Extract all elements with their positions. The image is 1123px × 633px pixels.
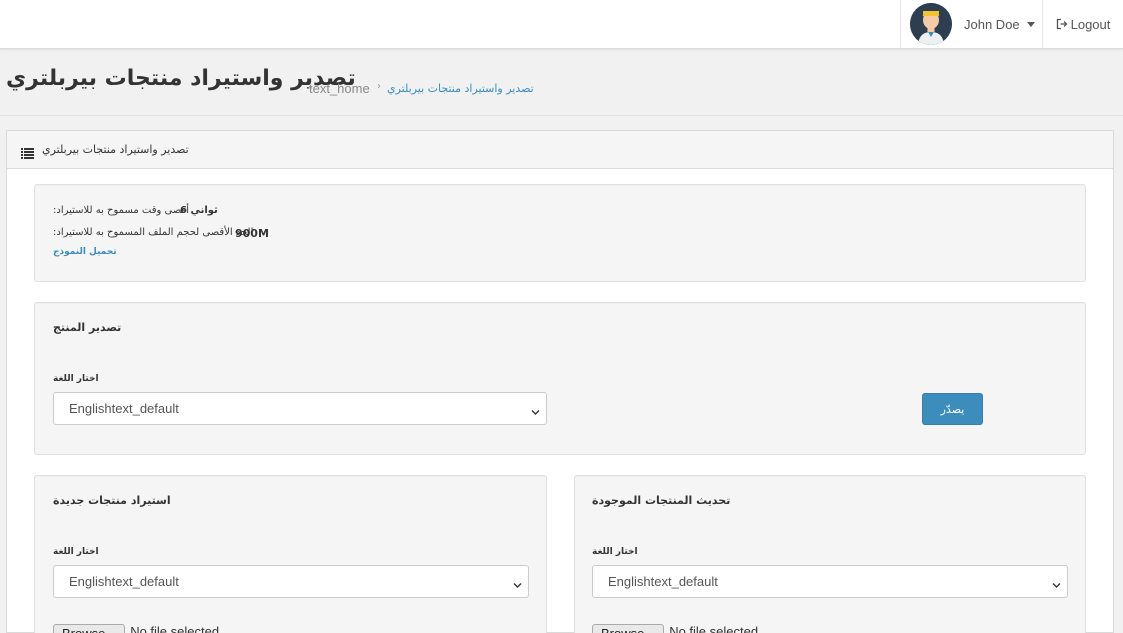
breadcrumb-separator: › — [377, 81, 381, 92]
breadcrumb-home[interactable]: text_home — [309, 81, 370, 96]
export-section: تصدير المنتج اختار اللغة Englishtext_def… — [34, 302, 1086, 455]
download-template-link[interactable]: تحميل النموذج — [53, 247, 117, 257]
update-existing-section: تحديث المنتجات الموجودة اختار اللغة Engl… — [574, 475, 1086, 633]
update-existing-title: تحديث المنتجات الموجودة — [592, 494, 731, 507]
chevron-down-icon — [1052, 577, 1061, 592]
export-language-label: اختار اللغة — [53, 374, 99, 384]
logout-button[interactable]: Logout — [1042, 0, 1123, 48]
user-menu-dropdown[interactable]: John Doe — [900, 0, 1042, 48]
import-new-title: استيراد منتجات جديدة — [53, 494, 171, 507]
import-info-box: :أقصى وقت مسموح به للاستيراد 6 ثواني :ال… — [34, 184, 1086, 282]
list-icon — [21, 144, 34, 163]
sign-out-icon — [1056, 18, 1068, 30]
import-new-browse-button[interactable]: Browse... — [53, 624, 126, 633]
caret-down-icon — [1026, 21, 1035, 27]
max-size-value: 900M — [235, 227, 269, 240]
user-avatar — [910, 3, 952, 45]
logout-label: Logout — [1070, 16, 1111, 32]
import-new-file-input[interactable]: Browse... No file selected. — [53, 624, 223, 633]
chevron-down-icon — [531, 404, 540, 419]
top-navbar: John Doe Logout — [0, 0, 1123, 49]
export-button[interactable]: يصدّر — [922, 393, 983, 425]
main-panel: تصدير واستيراد منتجات بيربلتري :أقصى وقت… — [6, 130, 1114, 633]
update-existing-file-input[interactable]: Browse... No file selected. — [592, 624, 762, 633]
update-existing-file-status: No file selected. — [669, 624, 762, 633]
export-title: تصدير المنتج — [53, 321, 122, 334]
export-language-value: Englishtext_default — [69, 401, 179, 416]
export-language-select[interactable]: Englishtext_default — [53, 392, 547, 425]
update-existing-language-select[interactable]: Englishtext_default — [592, 565, 1068, 598]
panel-title: تصدير واستيراد منتجات بيربلتري — [42, 143, 189, 156]
user-name: John Doe — [964, 16, 1020, 32]
import-new-language-label: اختار اللغة — [53, 547, 99, 557]
import-new-language-select[interactable]: Englishtext_default — [53, 565, 529, 598]
import-new-section: استيراد منتجات جديدة اختار اللغة English… — [34, 475, 547, 633]
chevron-down-icon — [513, 577, 522, 592]
page-title: تصدير واستيراد منتجات بيربلتري — [6, 66, 356, 91]
breadcrumb-current[interactable]: تصدير واستيراد منتجات بيربلتري — [387, 82, 534, 95]
import-new-language-value: Englishtext_default — [69, 574, 179, 589]
update-existing-language-value: Englishtext_default — [608, 574, 718, 589]
update-existing-language-label: اختار اللغة — [592, 547, 638, 557]
max-size-label: :الحد الأقصى لحجم الملف المسموح به للاست… — [53, 227, 254, 238]
max-time-value: 6 ثواني — [180, 205, 218, 216]
max-time-label: :أقصى وقت مسموح به للاستيراد — [53, 205, 190, 216]
update-existing-browse-button[interactable]: Browse... — [592, 624, 665, 633]
panel-heading: تصدير واستيراد منتجات بيربلتري — [7, 131, 1113, 169]
import-new-file-status: No file selected. — [130, 624, 223, 633]
